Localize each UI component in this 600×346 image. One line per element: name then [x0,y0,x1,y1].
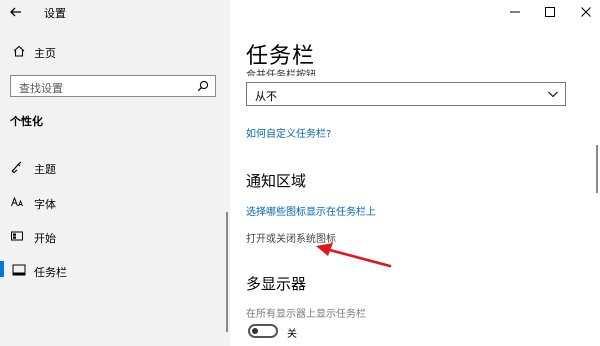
main-panel: 任务栏 合并任务栏按钮 从不 如何自定义任务栏? 通知区域 选择哪些图标显示在任… [230,0,600,346]
sidebar-item-home[interactable]: 主页 [34,45,56,61]
dropdown-value: 从不 [255,90,277,103]
select-icons-link[interactable]: 选择哪些图标显示在任务栏上 [246,203,376,218]
close-icon[interactable] [578,4,594,20]
start-icon [11,231,23,241]
chevron-down-icon [548,91,558,98]
window-title: 设置 [44,7,66,20]
sidebar-scrollbar[interactable] [226,212,228,332]
show-on-all-displays-label: 在所有显示器上显示任务栏 [246,309,366,320]
sidebar-item-start[interactable]: 开始 [34,230,56,246]
sidebar-item-theme[interactable]: 主题 [34,161,56,177]
combine-buttons-label: 合并任务栏按钮 [246,70,316,76]
font-icon [11,196,23,207]
search-placeholder: 查找设置 [19,82,63,95]
minimize-icon[interactable] [507,4,523,20]
main-scrollbar[interactable] [596,145,598,193]
toggle-knob [252,328,258,334]
sidebar: 设置 主页 查找设置 个性化 主题 字体 开始 任务栏 [0,0,230,346]
notification-area-heading: 通知区域 [246,172,307,190]
customize-taskbar-link[interactable]: 如何自定义任务栏? [246,125,331,140]
home-icon [13,45,25,57]
section-title: 个性化 [10,115,43,128]
multiple-displays-heading: 多显示器 [246,275,307,293]
sidebar-item-taskbar[interactable]: 任务栏 [34,264,67,280]
maximize-icon[interactable] [542,4,558,20]
taskbar-icon [12,264,26,276]
system-icons-link[interactable]: 打开或关闭系统图标 [246,230,336,245]
show-on-all-displays-toggle[interactable] [248,324,278,338]
sidebar-item-font[interactable]: 字体 [34,196,56,212]
search-icon[interactable] [197,80,209,92]
combine-buttons-dropdown[interactable]: 从不 [246,82,566,106]
toggle-state-label: 关 [287,329,297,340]
back-arrow-icon[interactable] [8,4,24,20]
theme-icon [11,161,22,174]
search-input[interactable]: 查找设置 [10,75,216,97]
active-indicator [0,261,4,277]
